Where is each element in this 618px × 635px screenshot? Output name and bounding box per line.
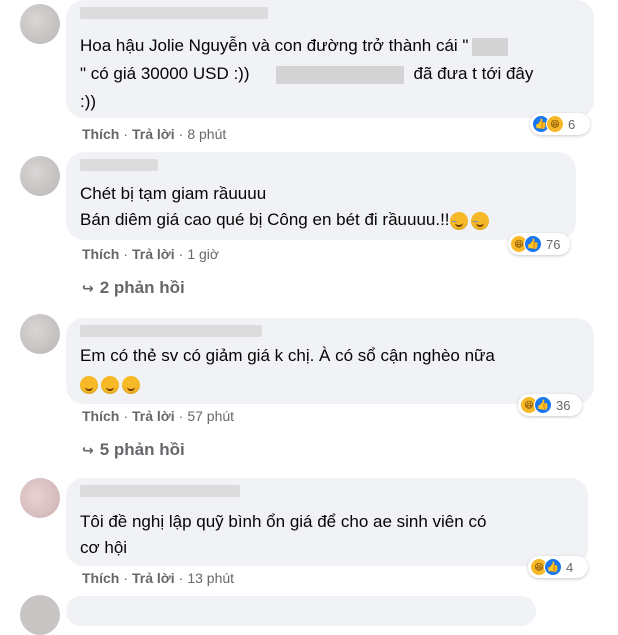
timestamp[interactable]: 13 phút	[187, 570, 234, 586]
comment-text-line: Hoa hậu Jolie Nguyễn và con đường trở th…	[80, 34, 509, 58]
redacted-text	[275, 65, 404, 84]
comment-text-line: Em có thẻ sv có giảm giá k chị. À có sổ …	[80, 346, 495, 365]
like-link[interactable]: Thích	[82, 246, 119, 262]
reply-link[interactable]: Trả lời	[132, 408, 175, 424]
commenter-name-redacted[interactable]	[80, 325, 262, 337]
reaction-summary[interactable]: 😆 👍 36	[518, 394, 582, 416]
avatar[interactable]	[20, 156, 60, 196]
reaction-summary[interactable]: 👍 😆 6	[530, 113, 590, 135]
comment-actions: Thích · Trả lời · 57 phút	[82, 408, 235, 424]
comment-bubble: Hoa hậu Jolie Nguyễn và con đường trở th…	[66, 0, 594, 118]
view-replies-link[interactable]: ↪ 5 phản hồi	[82, 440, 185, 460]
reply-link[interactable]: Trả lời	[132, 570, 175, 586]
timestamp[interactable]: 57 phút	[187, 408, 234, 424]
reply-arrow-icon: ↪	[82, 280, 94, 296]
reaction-summary[interactable]: 😆 👍 76	[508, 233, 570, 255]
laughing-emoji-icon	[449, 211, 468, 235]
like-icon: 👍	[524, 235, 542, 253]
timestamp[interactable]: 8 phút	[187, 126, 226, 142]
smiling-emoji-icon	[101, 375, 119, 394]
comment-text-line: :))	[80, 92, 97, 111]
reply-link[interactable]: Trả lời	[132, 246, 175, 262]
haha-icon: 😆	[546, 115, 564, 133]
reaction-summary[interactable]: 😆 👍 4	[528, 556, 588, 578]
comment-text-line: Chét bị tạm giam rầuuuu	[80, 184, 267, 203]
smiling-emoji-icon	[122, 375, 140, 394]
avatar[interactable]	[20, 314, 60, 354]
like-icon: 👍	[544, 558, 562, 576]
avatar[interactable]	[20, 478, 60, 518]
comment-text-line: Bán diêm giá cao qué bị Công en bét đi r…	[80, 208, 492, 235]
like-link[interactable]: Thích	[82, 408, 119, 424]
like-icon: 👍	[534, 396, 552, 414]
reply-link[interactable]: Trả lời	[132, 126, 175, 142]
comment-actions: Thích · Trả lời · 8 phút	[82, 126, 227, 142]
like-link[interactable]: Thích	[82, 126, 119, 142]
view-replies-link[interactable]: ↪ 2 phản hồi	[82, 278, 185, 298]
comment-text-line: Tôi đề nghị lập quỹ bình ổn giá để cho a…	[80, 512, 487, 531]
comment-bubble: Em có thẻ sv có giảm giá k chị. À có sổ …	[66, 318, 594, 404]
emoji-line	[80, 372, 143, 396]
comment-bubble: Tôi đề nghị lập quỹ bình ổn giá để cho a…	[66, 478, 588, 566]
comment-bubble: Chét bị tạm giam rầuuuu Bán diêm giá cao…	[66, 152, 576, 240]
comment-text-line: " có giá 30000 USD :)) đã đưa t tới đây	[80, 64, 534, 84]
commenter-name-redacted[interactable]	[80, 7, 268, 19]
comment-text-line: cơ hội	[80, 538, 128, 557]
redacted-text	[472, 37, 509, 56]
timestamp[interactable]: 1 giờ	[187, 246, 219, 262]
smiling-emoji-icon	[80, 375, 98, 394]
laughing-emoji-icon	[470, 211, 489, 235]
comment-bubble	[66, 596, 536, 626]
reply-arrow-icon: ↪	[82, 442, 94, 458]
comment-actions: Thích · Trả lời · 13 phút	[82, 570, 235, 586]
commenter-name-redacted[interactable]	[80, 485, 240, 497]
comment-actions: Thích · Trả lời · 1 giờ	[82, 246, 220, 262]
avatar[interactable]	[20, 595, 60, 635]
avatar[interactable]	[20, 4, 60, 44]
like-link[interactable]: Thích	[82, 570, 119, 586]
commenter-name-redacted[interactable]	[80, 159, 158, 171]
